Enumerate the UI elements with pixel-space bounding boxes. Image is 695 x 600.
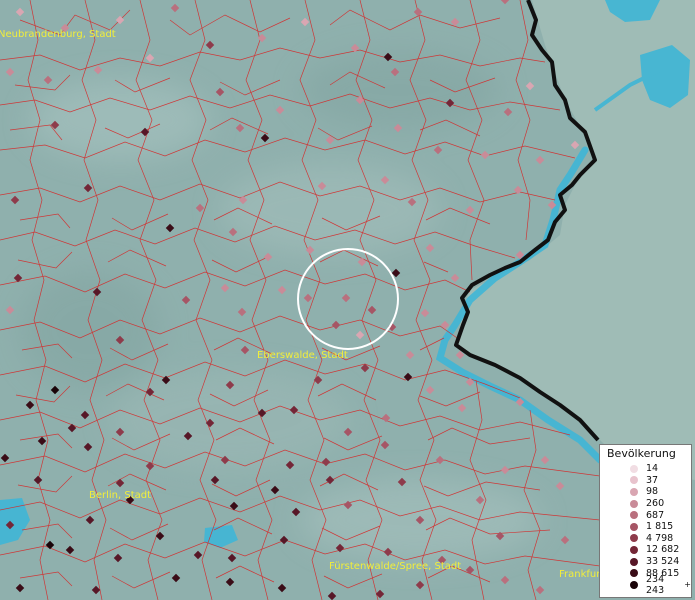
legend-class-label: 33 524 xyxy=(646,556,680,568)
legend-swatch xyxy=(630,464,638,473)
place-label-neubrandenburg: Neubrandenburg, Stadt xyxy=(0,29,116,40)
legend-swatch xyxy=(630,499,638,508)
legend-class-row: 33 524 xyxy=(600,556,691,568)
legend-class-row: 234 243 + xyxy=(600,574,691,596)
legend-swatch xyxy=(630,580,638,589)
map-canvas[interactable]: Neubrandenburg, Stadt Eberswalde, Stadt … xyxy=(0,0,695,600)
legend-open-ended-marker: + xyxy=(684,580,691,590)
legend-class-label: 1 815 xyxy=(646,521,674,533)
legend-class-label: 37 xyxy=(646,474,659,486)
legend-classes: 14 37 98 260 687 1 815 4 798 12 682 33 524 88 615… xyxy=(600,463,691,596)
legend-class-label: 4 798 xyxy=(646,532,674,544)
legend-class-row: 1 815 xyxy=(600,521,691,533)
legend-swatch xyxy=(630,569,638,578)
legend-class-row: 98 xyxy=(600,486,691,498)
legend-swatch xyxy=(630,557,638,566)
legend-class-row: 4 798 xyxy=(600,533,691,545)
legend-class-row: 14 xyxy=(600,463,691,475)
legend-class-label: 234 243 xyxy=(646,573,665,596)
legend-class-row: 260 xyxy=(600,498,691,510)
legend-class-row: 12 682 xyxy=(600,544,691,556)
legend-class-label: 687 xyxy=(646,509,665,521)
place-label-berlin: Berlin, Stadt xyxy=(89,490,151,501)
legend-class-row: 687 xyxy=(600,509,691,521)
legend-swatch xyxy=(630,534,638,543)
legend-class-label: 14 xyxy=(646,463,659,475)
legend-swatch xyxy=(630,487,638,496)
legend-class-label: 98 xyxy=(646,486,659,498)
population-legend: Bevölkerung 14 37 98 260 687 1 815 4 798 12 682… xyxy=(599,444,692,598)
legend-swatch xyxy=(630,511,638,520)
legend-swatch xyxy=(630,522,638,531)
legend-title: Bevölkerung xyxy=(607,447,676,460)
legend-class-label: 260 xyxy=(646,498,665,510)
place-label-fuerstenwalde: Fürstenwalde/Spree, Stadt xyxy=(329,561,461,572)
place-label-frankfurt: Frankfurt xyxy=(559,569,604,580)
place-label-eberswalde: Eberswalde, Stadt xyxy=(257,350,348,361)
legend-class-label: 12 682 xyxy=(646,544,680,556)
legend-swatch xyxy=(630,545,638,554)
legend-class-row: 37 xyxy=(600,475,691,487)
legend-swatch xyxy=(630,476,638,485)
